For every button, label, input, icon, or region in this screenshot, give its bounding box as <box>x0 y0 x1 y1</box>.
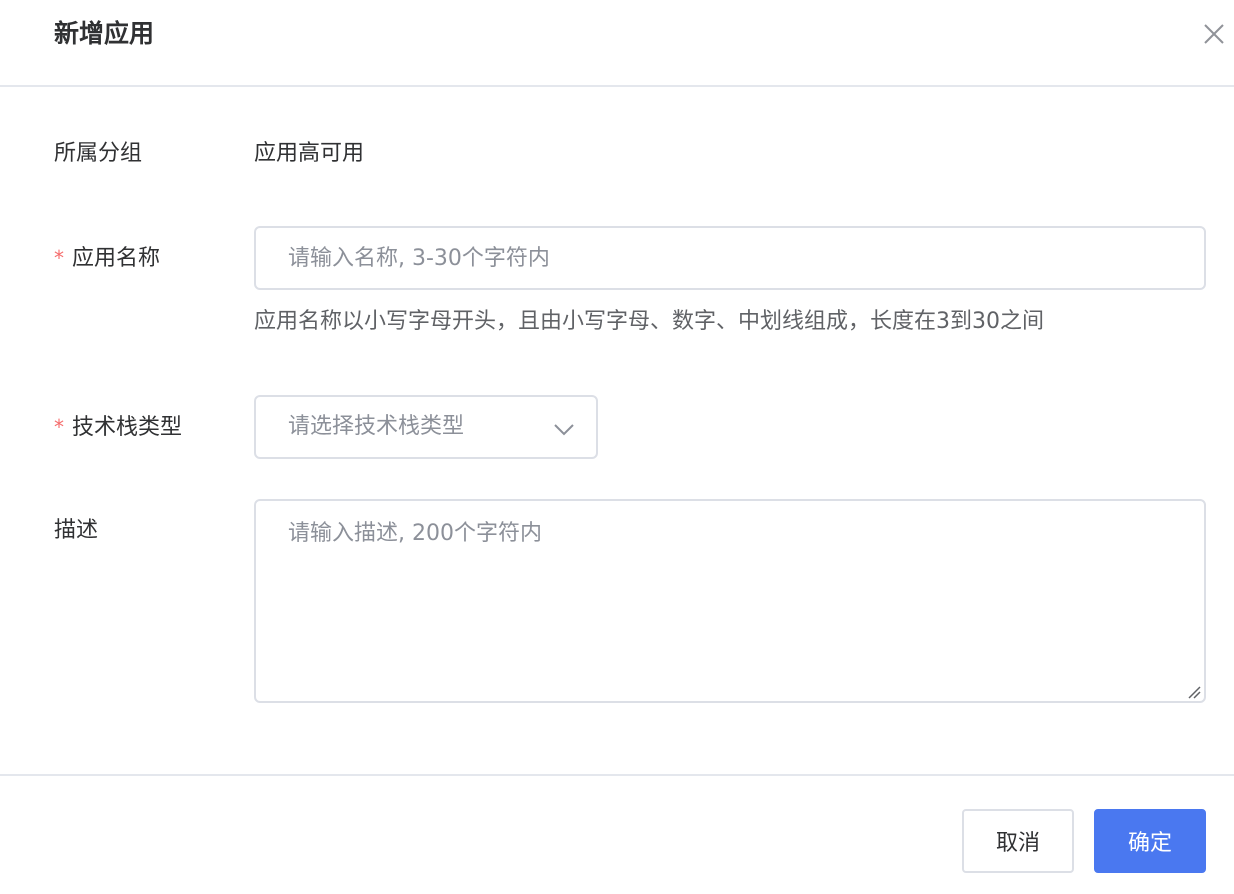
footer-divider <box>0 774 1234 776</box>
confirm-button[interactable]: 确定 <box>1094 809 1206 873</box>
required-mark: * <box>54 415 64 439</box>
required-mark: * <box>54 246 64 270</box>
dialog-title: 新增应用 <box>54 19 155 48</box>
app-name-input[interactable] <box>254 226 1206 290</box>
dialog-header: 新增应用 <box>0 0 1234 87</box>
tech-stack-select[interactable]: 请选择技术栈类型 <box>254 395 598 459</box>
group-value: 应用高可用 <box>254 141 365 166</box>
app-name-label-text: 应用名称 <box>72 246 161 271</box>
description-label: 描述 <box>54 518 99 543</box>
group-label: 所属分组 <box>54 141 143 166</box>
tech-stack-label: * 技术栈类型 <box>54 411 182 444</box>
app-name-hint: 应用名称以小写字母开头，且由小写字母、数字、中划线组成，长度在3到30之间 <box>254 309 1044 334</box>
tech-stack-placeholder: 请选择技术栈类型 <box>288 414 465 439</box>
close-icon <box>1204 24 1224 44</box>
resize-grip-icon[interactable] <box>1187 685 1201 699</box>
cancel-button[interactable]: 取消 <box>962 809 1074 873</box>
add-app-dialog: 新增应用 所属分组 应用高可用 * 应用名称 应用名称以小写字母开头，且由小写字母… <box>0 0 1234 894</box>
close-button[interactable] <box>1198 18 1230 50</box>
tech-stack-label-text: 技术栈类型 <box>72 415 183 440</box>
chevron-down-icon <box>554 424 574 436</box>
description-textarea[interactable] <box>254 499 1206 703</box>
app-name-label: * 应用名称 <box>54 242 160 275</box>
